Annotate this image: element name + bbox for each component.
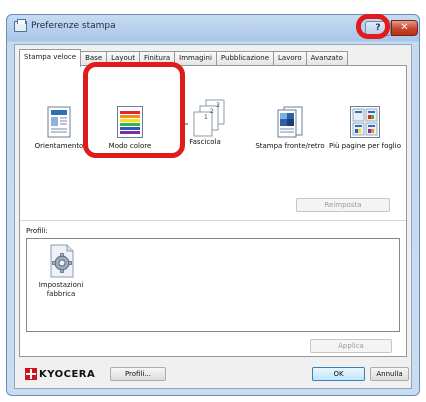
window-title: Preferenze stampa xyxy=(31,21,116,31)
printer-icon xyxy=(14,19,27,32)
cancel-button[interactable]: Annulla xyxy=(370,367,409,381)
tab-immagini[interactable]: Immagini xyxy=(174,51,217,66)
quick-print-panel: Orientamento Modo colore 3 2 1 Fascicola… xyxy=(19,65,407,357)
duplex-icon xyxy=(276,106,304,138)
collate-icon: 3 2 1 xyxy=(180,98,230,142)
kyocera-logo: KYOCERA xyxy=(25,368,95,380)
profile-item-label: Impostazioni fabbrica xyxy=(38,281,84,298)
tab-avanzato[interactable]: Avanzato xyxy=(305,51,348,66)
tab-layout[interactable]: Layout xyxy=(106,51,140,66)
feature-label: Più pagine per foglio xyxy=(329,142,401,150)
divider xyxy=(20,220,406,221)
factory-settings-icon xyxy=(45,243,77,279)
tab-finitura[interactable]: Finitura xyxy=(138,51,176,66)
profiles-list[interactable]: Impostazioni fabbrica xyxy=(26,238,400,332)
profiles-label: Profili: xyxy=(26,227,48,235)
color-mode-icon xyxy=(117,106,143,138)
tab-pubblicazione[interactable]: Pubblicazione xyxy=(215,51,275,66)
feature-color-mode[interactable]: Modo colore xyxy=(95,106,165,151)
feature-duplex[interactable]: Stampa fronte/retro xyxy=(255,106,325,151)
tab-stampa-veloce[interactable]: Stampa veloce xyxy=(19,49,82,67)
title-bar: Preferenze stampa ? ✕ xyxy=(7,15,419,37)
ok-button[interactable]: OK xyxy=(312,367,365,381)
profile-item-factory-settings[interactable]: Impostazioni fabbrica xyxy=(31,243,91,299)
close-button[interactable]: ✕ xyxy=(391,20,418,36)
svg-text:3: 3 xyxy=(216,102,220,109)
kyocera-symbol-icon xyxy=(25,368,37,380)
tab-base[interactable]: Base xyxy=(80,51,108,66)
print-preferences-window: Preferenze stampa ? ✕ Stampa veloce Base… xyxy=(6,14,420,396)
tab-lavoro[interactable]: Lavoro xyxy=(273,51,307,66)
feature-multiple-pages[interactable]: Più pagine per foglio xyxy=(327,106,403,151)
orientation-icon xyxy=(47,106,71,138)
multiple-pages-icon xyxy=(350,106,380,138)
feature-label: Orientamento xyxy=(34,142,84,150)
profiles-button[interactable]: Profili... xyxy=(110,367,166,381)
svg-text:1: 1 xyxy=(204,114,208,121)
tab-strip: Stampa veloce Base Layout Finitura Immag… xyxy=(19,49,348,67)
feature-collate[interactable]: 3 2 1 Fascicola xyxy=(170,99,240,147)
apply-button[interactable]: Applica xyxy=(310,339,392,353)
feature-label: Modo colore xyxy=(108,142,152,150)
help-button[interactable]: ? xyxy=(365,21,391,36)
svg-text:2: 2 xyxy=(210,108,214,115)
feature-label: Stampa fronte/retro xyxy=(255,142,325,150)
dialog-content: Stampa veloce Base Layout Finitura Immag… xyxy=(14,44,412,389)
brand-name: KYOCERA xyxy=(39,368,96,380)
feature-orientation[interactable]: Orientamento xyxy=(24,106,94,151)
reset-button[interactable]: Reimposta xyxy=(296,198,390,212)
